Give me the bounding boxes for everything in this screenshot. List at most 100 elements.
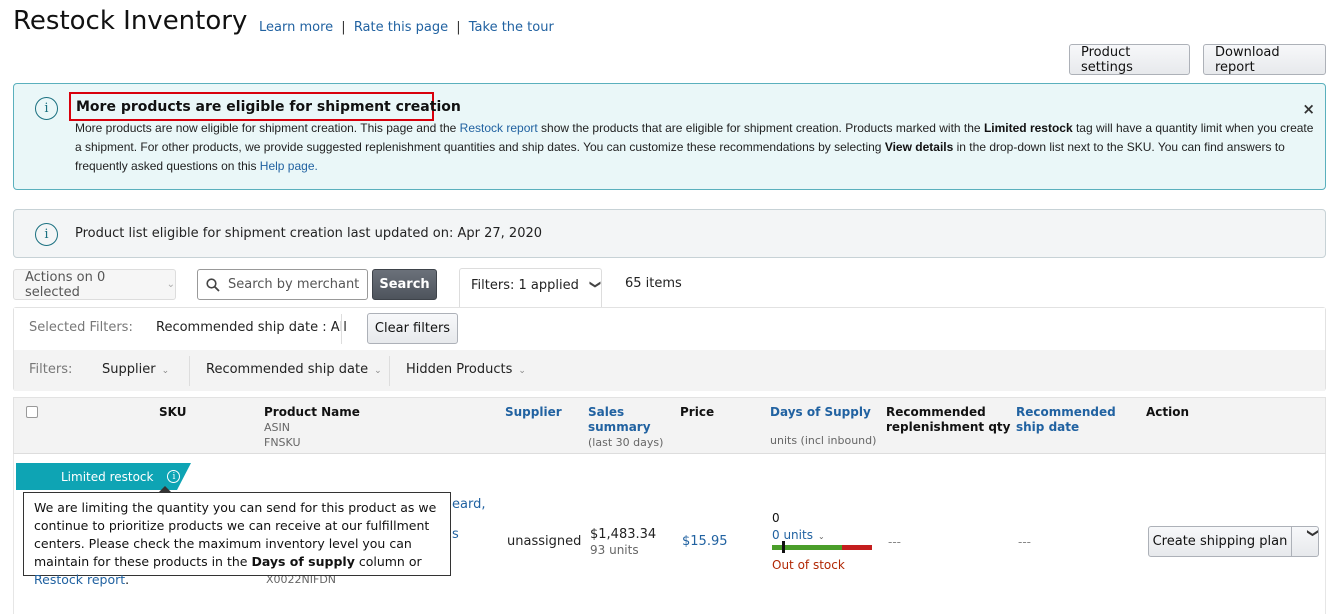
create-shipping-plan-button[interactable]: Create shipping plan bbox=[1149, 527, 1292, 556]
stock-status: Out of stock bbox=[772, 558, 845, 572]
column-label: summary bbox=[588, 420, 651, 434]
divider bbox=[189, 356, 190, 386]
alert-body: More products are now eligible for shipm… bbox=[75, 119, 1315, 176]
column-price: Price bbox=[680, 405, 715, 419]
column-sales-summary[interactable]: Sales summary (last 30 days) bbox=[588, 405, 663, 450]
filters-tab-label: Filters: 1 applied bbox=[471, 278, 579, 293]
limited-restock-tooltip: We are limiting the quantity you can sen… bbox=[23, 492, 451, 587]
header-links: Learn more | Rate this page | Take the t… bbox=[259, 20, 554, 35]
column-days-of-supply[interactable]: Days of Supply units (incl inbound) bbox=[770, 405, 876, 448]
download-report-button[interactable]: Download report bbox=[1203, 44, 1326, 75]
column-sublabel: ASIN bbox=[264, 421, 290, 434]
chevron-down-icon: ⌄ bbox=[518, 366, 526, 376]
divider bbox=[389, 356, 390, 386]
chevron-down-icon: ⌄ bbox=[817, 532, 825, 541]
supplier-value: unassigned bbox=[507, 534, 582, 549]
info-icon[interactable]: i bbox=[167, 470, 181, 483]
column-sublabel: units (incl inbound) bbox=[770, 434, 877, 447]
tooltip-text: . bbox=[125, 572, 130, 587]
table-header: SKU Product Name ASIN FNSKU Supplier Sal… bbox=[13, 397, 1326, 454]
units-dropdown[interactable]: 0 units ⌄ bbox=[772, 528, 825, 542]
items-count: 65 items bbox=[625, 276, 682, 291]
update-notice: i Product list eligible for shipment cre… bbox=[13, 209, 1326, 258]
alert-title: More products are eligible for shipment … bbox=[76, 99, 461, 115]
actions-dropdown[interactable]: Actions on 0 selected ⌄ bbox=[13, 269, 176, 300]
update-notice-text: Product list eligible for shipment creat… bbox=[75, 226, 543, 241]
chevron-down-icon: ⌄ bbox=[161, 366, 170, 376]
product-name-link[interactable]: eard, bbox=[452, 497, 485, 512]
sales-units: 93 units bbox=[590, 543, 639, 557]
select-all-checkbox[interactable] bbox=[26, 406, 38, 418]
take-tour-link[interactable]: Take the tour bbox=[469, 20, 554, 35]
search-field[interactable] bbox=[197, 269, 368, 300]
supply-bar bbox=[772, 545, 872, 550]
column-sku: SKU bbox=[159, 405, 187, 419]
chevron-down-icon[interactable]: ❯ bbox=[1291, 529, 1320, 555]
column-sublabel: FNSKU bbox=[264, 436, 301, 449]
product-name-link[interactable]: s bbox=[452, 527, 459, 542]
column-label: Product Name bbox=[264, 405, 360, 419]
product-settings-button[interactable]: Product settings bbox=[1069, 44, 1190, 75]
chevron-down-icon: ❯ bbox=[588, 279, 602, 290]
alert-text: show the products that are eligible for … bbox=[537, 121, 984, 135]
column-label: Sales bbox=[588, 405, 625, 419]
dropdown-label: Recommended ship date bbox=[206, 362, 369, 377]
column-supplier[interactable]: Supplier bbox=[505, 405, 562, 420]
search-button[interactable]: Search bbox=[372, 269, 437, 300]
actions-label: Actions on 0 selected bbox=[25, 269, 106, 300]
info-icon: i bbox=[35, 97, 58, 120]
selected-filters-row: Selected Filters: Recommended ship date … bbox=[14, 308, 1325, 350]
column-recommended-qty: Recommended replenishment qty bbox=[886, 405, 1011, 435]
close-icon[interactable]: × bbox=[1302, 100, 1315, 118]
column-action: Action bbox=[1146, 405, 1190, 419]
tooltip-text: column or bbox=[354, 554, 422, 569]
column-recommended-ship-date[interactable]: Recommended ship date bbox=[1016, 405, 1116, 435]
column-label: Recommended bbox=[1016, 405, 1116, 419]
alert-text: More products are now eligible for shipm… bbox=[75, 121, 460, 135]
search-input[interactable] bbox=[226, 276, 361, 293]
supplier-filter-dropdown[interactable]: Supplier ⌄ bbox=[102, 362, 169, 377]
tooltip-bold-text: Days of supply bbox=[251, 554, 355, 569]
search-icon bbox=[206, 277, 220, 292]
column-sublabel: (last 30 days) bbox=[588, 436, 664, 449]
column-label: Days of Supply bbox=[770, 405, 871, 419]
sales-amount: $1,483.34 bbox=[590, 527, 657, 542]
rate-page-link[interactable]: Rate this page bbox=[354, 20, 448, 35]
create-shipping-plan-split-button: Create shipping plan ❯ bbox=[1148, 526, 1320, 557]
tooltip-arrow bbox=[159, 486, 171, 492]
learn-more-link[interactable]: Learn more bbox=[259, 20, 333, 35]
hidden-products-filter-dropdown[interactable]: Hidden Products ⌄ bbox=[406, 362, 526, 377]
page-title: Restock Inventory bbox=[13, 6, 248, 36]
recommended-ship-date-value: --- bbox=[1018, 535, 1031, 549]
chevron-down-icon: ⌄ bbox=[166, 279, 175, 290]
column-product-name: Product Name ASIN FNSKU bbox=[264, 405, 360, 450]
divider bbox=[341, 314, 342, 344]
filter-panel: Selected Filters: Recommended ship date … bbox=[13, 307, 1326, 391]
badge-label: Limited restock bbox=[61, 469, 154, 484]
recommended-qty-value: --- bbox=[888, 535, 901, 549]
dropdown-label: Hidden Products bbox=[406, 362, 513, 377]
ship-date-filter-dropdown[interactable]: Recommended ship date ⌄ bbox=[206, 362, 382, 377]
filters-label: Filters: bbox=[29, 362, 73, 377]
column-label: replenishment qty bbox=[886, 420, 1011, 434]
restock-report-link[interactable]: Restock report bbox=[460, 121, 538, 135]
help-page-link[interactable]: Help page. bbox=[260, 159, 318, 173]
info-icon: i bbox=[35, 223, 58, 246]
eligibility-alert: i More products are eligible for shipmen… bbox=[13, 83, 1326, 190]
supply-bar-marker bbox=[782, 541, 785, 553]
chevron-down-icon: ⌄ bbox=[374, 366, 382, 376]
alert-bold-text: Limited restock bbox=[983, 121, 1073, 135]
days-of-supply-value: 0 bbox=[772, 511, 780, 525]
column-label: ship date bbox=[1016, 420, 1080, 434]
link-separator: | bbox=[341, 20, 346, 35]
alert-bold-text: View details bbox=[884, 140, 954, 154]
price-value[interactable]: $15.95 bbox=[682, 534, 728, 549]
selected-filter-value: Recommended ship date : All bbox=[156, 320, 347, 335]
dropdown-label: Supplier bbox=[102, 362, 156, 377]
selected-filters-label: Selected Filters: bbox=[29, 320, 133, 335]
link-separator: | bbox=[456, 20, 461, 35]
clear-filters-button[interactable]: Clear filters bbox=[367, 313, 458, 344]
restock-report-link[interactable]: Restock report bbox=[34, 572, 125, 587]
column-label: Recommended bbox=[886, 405, 986, 419]
filters-tab[interactable]: Filters: 1 applied ❯ bbox=[459, 268, 602, 308]
